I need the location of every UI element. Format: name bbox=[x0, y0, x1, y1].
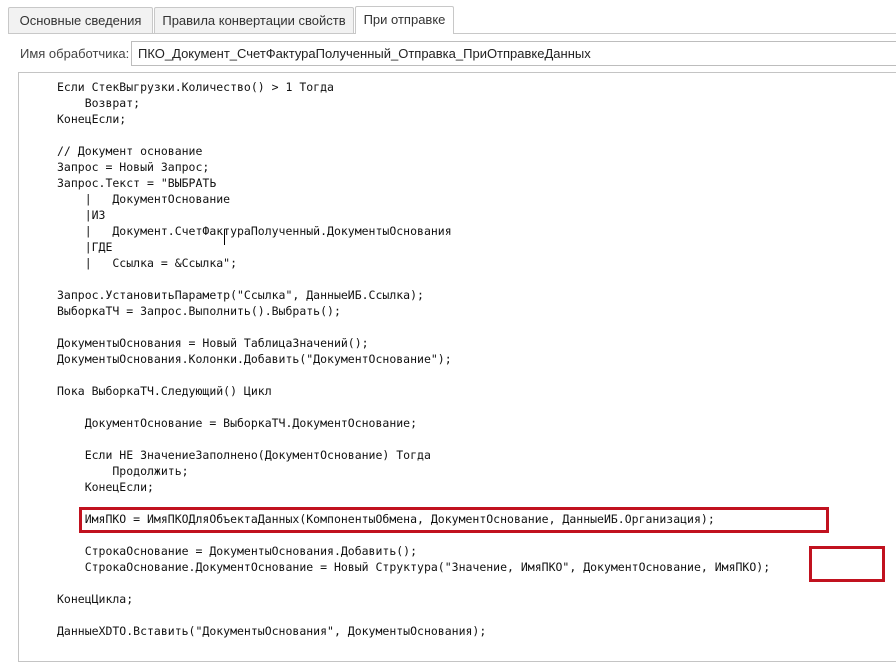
code-editor[interactable]: Если СтекВыгрузки.Количество() > 1 Тогда… bbox=[18, 72, 896, 662]
code-line: | ДокументОснование bbox=[57, 192, 231, 206]
code-line: |ГДЕ bbox=[57, 240, 113, 254]
code-line: ДанныеXDTO.Вставить("ДокументыОснования"… bbox=[57, 624, 487, 638]
code-line: Если СтекВыгрузки.Количество() > 1 Тогда bbox=[57, 80, 334, 94]
code-line: |ИЗ bbox=[57, 208, 106, 222]
handler-name-input[interactable] bbox=[131, 41, 896, 66]
tab-bar: Основные сведения Правила конвертации св… bbox=[8, 6, 896, 34]
highlight-box-imyapko-argument bbox=[809, 546, 885, 582]
code-line: Если НЕ ЗначениеЗаполнено(ДокументОснова… bbox=[57, 448, 431, 462]
code-line: Продолжить; bbox=[57, 464, 189, 478]
code-line: Запрос.Текст = "ВЫБРАТЬ bbox=[57, 176, 217, 190]
code-line: ВыборкаТЧ = Запрос.Выполнить().Выбрать()… bbox=[57, 304, 341, 318]
code-line: ДокументыОснования.Колонки.Добавить("Док… bbox=[57, 352, 452, 366]
code-line: | Документ.СчетФактураПолученный.Докумен… bbox=[57, 224, 452, 238]
code-line: СтрокаОснование = ДокументыОснования.Доб… bbox=[57, 544, 418, 558]
tab-main-info[interactable]: Основные сведения bbox=[8, 7, 153, 33]
tab-property-conversion-rules[interactable]: Правила конвертации свойств bbox=[154, 7, 354, 33]
code-line: ИмяПКО = ИмяПКОДляОбъектаДанных(Компонен… bbox=[57, 512, 715, 526]
code-line: // Документ основание bbox=[57, 144, 203, 158]
code-line: Пока ВыборкаТЧ.Следующий() Цикл bbox=[57, 384, 272, 398]
tab-on-send[interactable]: При отправке bbox=[355, 6, 454, 34]
code-line: КонецЕсли; bbox=[57, 480, 154, 494]
code-line: ДокументОснование = ВыборкаТЧ.ДокументОс… bbox=[57, 416, 418, 430]
code-line: Возврат; bbox=[57, 96, 141, 110]
code-line: Запрос.УстановитьПараметр("Ссылка", Данн… bbox=[57, 288, 424, 302]
code-line: КонецЦикла; bbox=[57, 592, 134, 606]
code-line: Запрос = Новый Запрос; bbox=[57, 160, 210, 174]
handler-name-label: Имя обработчика: bbox=[20, 46, 130, 61]
code-line: ДокументыОснования = Новый ТаблицаЗначен… bbox=[57, 336, 369, 350]
code-line: СтрокаОснование.ДокументОснование = Новы… bbox=[57, 560, 771, 574]
code-line: КонецЕсли; bbox=[57, 112, 127, 126]
code-line: | Ссылка = &Ссылка"; bbox=[57, 256, 238, 270]
text-caret bbox=[224, 229, 225, 245]
